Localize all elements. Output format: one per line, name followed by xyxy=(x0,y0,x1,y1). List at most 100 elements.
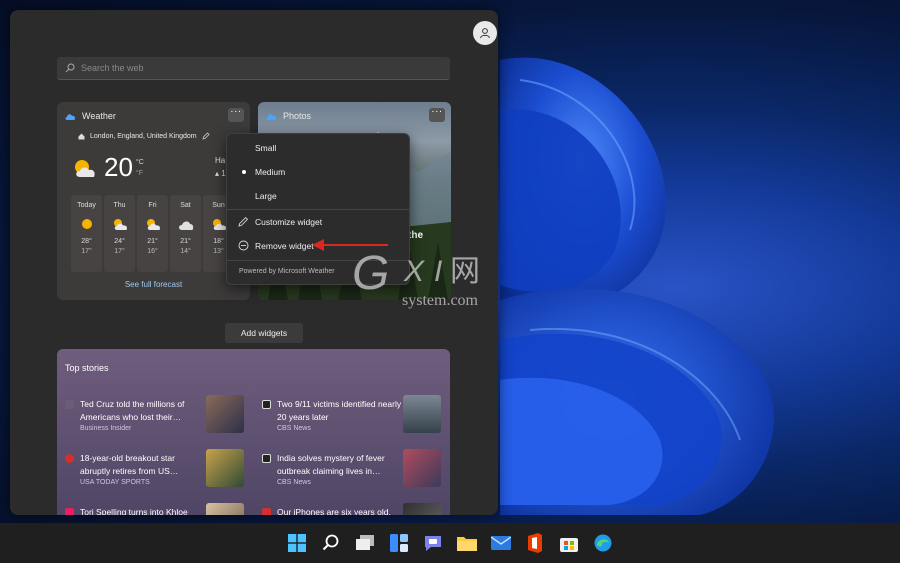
weather-header: Weather xyxy=(65,111,116,121)
partly-cloudy-icon xyxy=(75,159,95,177)
task-view-button[interactable] xyxy=(348,526,382,560)
story-headline[interactable]: Our iPhones are six years old. Here's wh… xyxy=(277,506,402,515)
top-stories-title: Top stories xyxy=(65,363,109,373)
story-source: CBS News xyxy=(277,479,311,486)
edge-button[interactable] xyxy=(586,526,620,560)
task-view-icon xyxy=(356,535,374,550)
pencil-icon xyxy=(238,216,249,227)
weather-widget[interactable]: Weather ··· London, England, United King… xyxy=(57,102,250,300)
story-thumbnail[interactable] xyxy=(206,503,244,515)
powered-by-label: Powered by Microsoft Weather xyxy=(239,268,335,275)
news-source-icon xyxy=(65,508,74,515)
start-button[interactable] xyxy=(280,526,314,560)
news-source-icon xyxy=(65,400,74,409)
story-headline[interactable]: 18-year-old breakout star abruptly retir… xyxy=(80,452,205,478)
story-item[interactable]: 18-year-old breakout star abruptly retir… xyxy=(65,449,255,498)
person-icon xyxy=(480,28,490,39)
forecast-day: Sat 21° 14° xyxy=(170,195,201,272)
news-source-icon xyxy=(262,454,271,463)
selected-bullet-icon xyxy=(242,170,246,174)
user-avatar[interactable] xyxy=(473,21,497,45)
add-widgets-button[interactable]: Add widgets xyxy=(225,323,303,343)
daily-forecast: Today 28° 17° Thu 24° 17° Fri 21° 16° Sa… xyxy=(71,195,236,272)
day-name: Sun xyxy=(212,202,225,209)
search-icon xyxy=(322,534,339,551)
taskbar-search-button[interactable] xyxy=(314,526,348,560)
search-placeholder: Search the web xyxy=(81,63,144,73)
story-headline[interactable]: Two 9/11 victims identified nearly 20 ye… xyxy=(277,398,402,424)
unit-toggle[interactable]: °C °F xyxy=(136,157,144,179)
chat-button[interactable] xyxy=(416,526,450,560)
weather-location[interactable]: London, England, United Kingdom xyxy=(78,132,210,140)
story-source: Business Insider xyxy=(80,425,132,432)
day-name: Today xyxy=(77,202,96,209)
story-headline[interactable]: Ted Cruz told the millions of Americans … xyxy=(80,398,205,424)
widgets-button[interactable] xyxy=(382,526,416,560)
unit-fahrenheit[interactable]: °F xyxy=(136,168,144,179)
widgets-icon xyxy=(390,534,408,552)
day-high: 24° xyxy=(114,238,125,245)
store-icon xyxy=(560,538,578,552)
edit-location-icon[interactable] xyxy=(202,132,210,140)
unit-celsius[interactable]: °C xyxy=(136,157,144,168)
see-full-forecast-link[interactable]: See full forecast xyxy=(57,280,250,289)
story-thumbnail[interactable] xyxy=(206,449,244,487)
story-item[interactable]: Two 9/11 victims identified nearly 20 ye… xyxy=(262,395,450,444)
menu-item-large[interactable]: Large xyxy=(227,186,409,206)
news-source-icon xyxy=(262,400,271,409)
story-item[interactable]: Our iPhones are six years old. Here's wh… xyxy=(262,503,450,515)
file-explorer-button[interactable] xyxy=(450,526,484,560)
svg-text:G: G xyxy=(352,247,389,300)
story-source: CBS News xyxy=(277,425,311,432)
menu-item-label: Customize widget xyxy=(255,217,323,227)
story-headline[interactable]: Tori Spelling turns into Khloe Kardashia… xyxy=(80,506,205,515)
cloud-icon xyxy=(178,214,194,234)
weather-more-button[interactable]: ··· xyxy=(228,107,244,122)
story-thumbnail[interactable] xyxy=(403,395,441,433)
story-item[interactable]: Ted Cruz told the millions of Americans … xyxy=(65,395,255,444)
story-source: USA TODAY SPORTS xyxy=(80,479,150,486)
story-thumbnail[interactable] xyxy=(403,449,441,487)
day-high: 18° xyxy=(213,238,224,245)
day-low: 14° xyxy=(180,248,191,255)
location-label: London, England, United Kingdom xyxy=(90,132,197,140)
mail-icon xyxy=(491,536,511,550)
edge-icon xyxy=(594,534,612,552)
svg-text:网: 网 xyxy=(450,254,480,289)
current-temperature: 20 xyxy=(104,152,133,182)
day-name: Fri xyxy=(148,202,157,209)
store-button[interactable] xyxy=(552,526,586,560)
menu-item-label: Remove widget xyxy=(255,241,314,251)
chat-icon xyxy=(425,536,441,551)
sun-icon xyxy=(81,214,93,234)
menu-item-customize[interactable]: Customize widget xyxy=(227,212,409,232)
story-thumbnail[interactable] xyxy=(206,395,244,433)
office-button[interactable] xyxy=(518,526,552,560)
photos-more-button[interactable]: ··· xyxy=(429,107,445,122)
story-thumbnail[interactable] xyxy=(403,503,441,515)
story-item[interactable]: India solves mystery of fever outbreak c… xyxy=(262,449,450,498)
search-input[interactable]: Search the web xyxy=(57,57,450,80)
home-icon xyxy=(78,133,85,139)
cloud-icon xyxy=(266,113,277,120)
start-icon xyxy=(288,534,306,552)
mail-button[interactable] xyxy=(484,526,518,560)
day-name: Thu xyxy=(113,202,126,209)
menu-item-small[interactable]: Small xyxy=(227,138,409,158)
story-headline[interactable]: India solves mystery of fever outbreak c… xyxy=(277,452,402,478)
day-low: 13° xyxy=(213,248,224,255)
day-name: Sat xyxy=(180,202,191,209)
day-high: 21° xyxy=(147,238,158,245)
file-explorer-icon xyxy=(457,537,477,551)
svg-text:system.com: system.com xyxy=(402,292,479,309)
story-item[interactable]: Tori Spelling turns into Khloe Kardashia… xyxy=(65,503,255,515)
partly-cloudy-icon xyxy=(112,214,128,234)
cloud-icon xyxy=(65,113,76,120)
current-conditions: 20 °C °F xyxy=(72,152,144,183)
forecast-day: Fri 21° 16° xyxy=(137,195,168,272)
office-icon xyxy=(528,533,542,553)
day-high: 21° xyxy=(180,238,191,245)
forecast-day: Thu 24° 17° xyxy=(104,195,135,272)
menu-item-label: Large xyxy=(255,191,277,201)
menu-item-medium[interactable]: Medium xyxy=(227,162,409,182)
